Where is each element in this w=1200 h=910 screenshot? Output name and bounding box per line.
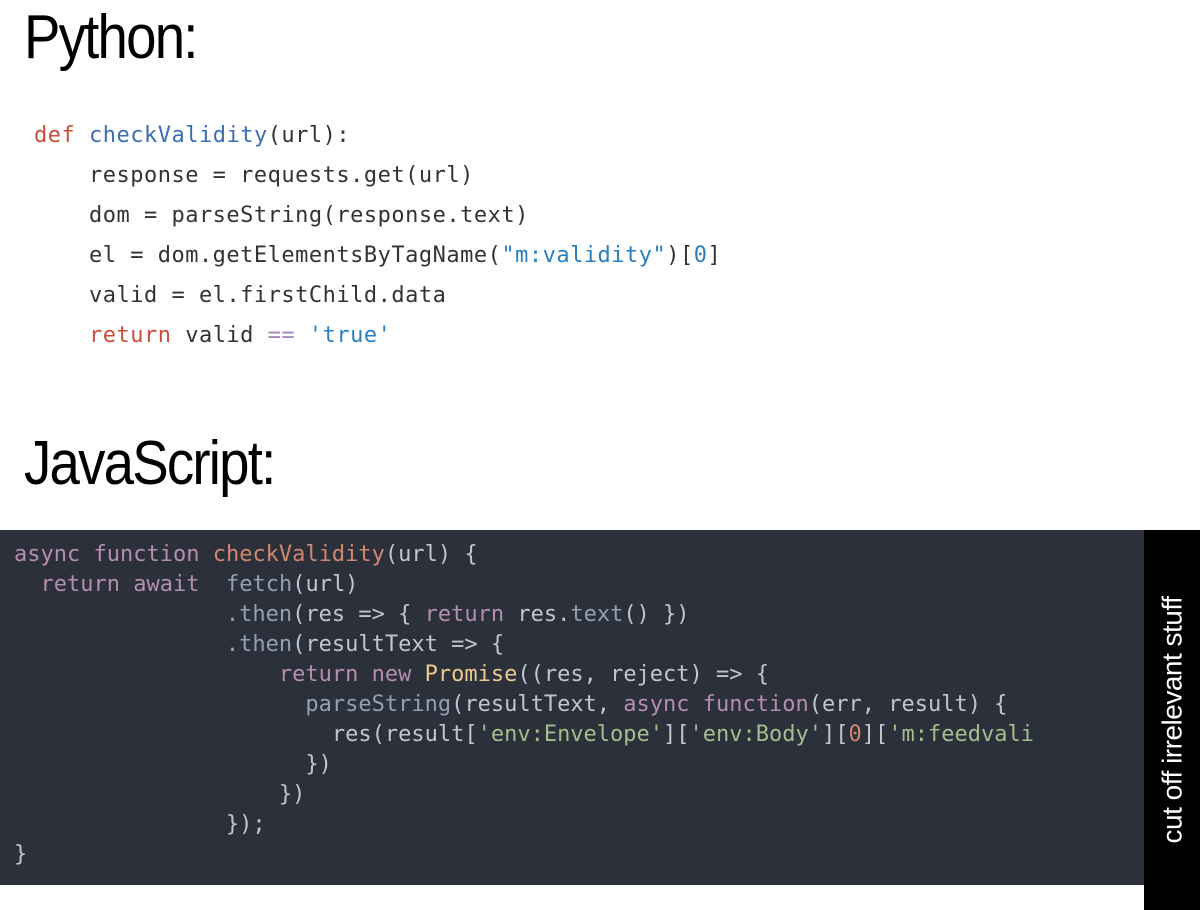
code-text: ]	[708, 243, 722, 268]
method-parsestring: parseString	[305, 692, 451, 717]
code-text: });	[226, 812, 266, 837]
keyword-return: return	[425, 602, 504, 627]
method-fetch: fetch	[226, 572, 292, 597]
code-text: valid	[171, 323, 267, 348]
keyword-function: function	[93, 542, 199, 567]
javascript-heading: JavaScript:	[24, 428, 275, 499]
code-line: el = dom.getElementsByTagName(	[34, 243, 501, 268]
code-text	[295, 323, 309, 348]
string-literal: "m:validity"	[501, 243, 666, 268]
method-then: .then	[226, 602, 292, 627]
javascript-code-block: async function checkValidity(url) { retu…	[0, 530, 1200, 885]
keyword-return: return	[41, 572, 120, 597]
code-text: })	[279, 782, 306, 807]
code-text: (resultText => {	[292, 632, 504, 657]
code-text: ((res, reject) => {	[517, 662, 769, 687]
number-literal: 0	[848, 722, 861, 747]
code-text: res(result[	[332, 722, 478, 747]
code-text: ][	[862, 722, 889, 747]
code-text: (resultText,	[451, 692, 623, 717]
keyword-async: async	[623, 692, 689, 717]
code-text: res.	[504, 602, 570, 627]
string-literal: 'env:Body'	[690, 722, 822, 747]
string-literal: 'm:feedvali	[888, 722, 1034, 747]
code-text: )[	[666, 243, 694, 268]
code-text: (res => {	[292, 602, 424, 627]
code-line: valid = el.firstChild.data	[34, 283, 446, 308]
string-literal: 'env:Envelope'	[478, 722, 663, 747]
keyword-function: function	[703, 692, 809, 717]
code-text: (url) {	[385, 542, 478, 567]
code-text: ][	[822, 722, 849, 747]
params: (url):	[268, 123, 350, 148]
code-text: () })	[623, 602, 689, 627]
side-annotation-text: cut off irrelevant stuff	[1156, 597, 1188, 844]
method-text: text	[570, 602, 623, 627]
code-text: (err, result) {	[809, 692, 1008, 717]
keyword-def: def	[34, 123, 75, 148]
code-text: })	[305, 752, 332, 777]
code-line: response = requests.get(url)	[34, 163, 474, 188]
class-promise: Promise	[425, 662, 518, 687]
keyword-new: new	[372, 662, 412, 687]
number-literal: 0	[694, 243, 708, 268]
function-name: checkValidity	[89, 123, 268, 148]
code-text: (url)	[292, 572, 358, 597]
python-heading: Python:	[24, 2, 197, 73]
code-line: dom = parseString(response.text)	[34, 203, 529, 228]
string-literal: 'true'	[309, 323, 391, 348]
operator: ==	[268, 323, 296, 348]
side-annotation: cut off irrelevant stuff	[1144, 530, 1200, 910]
code-text: ][	[663, 722, 690, 747]
method-then: .then	[226, 632, 292, 657]
keyword-await: await	[133, 572, 199, 597]
function-name: checkValidity	[213, 542, 385, 567]
keyword-return: return	[279, 662, 358, 687]
code-text: }	[14, 842, 27, 867]
python-code-block: def checkValidity(url): response = reque…	[34, 116, 721, 356]
keyword-return: return	[34, 323, 171, 348]
keyword-async: async	[14, 542, 80, 567]
